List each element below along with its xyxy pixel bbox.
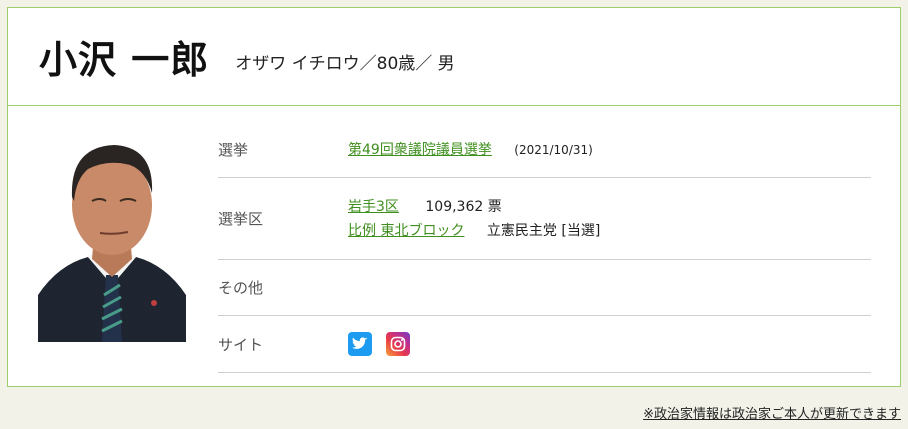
update-footnote[interactable]: ※政治家情報は政治家ご本人が更新できます: [643, 403, 901, 422]
row-label: その他: [218, 279, 264, 297]
row-district: 選挙区 岩手3区 109,362 票 比例 東北ブロック 立憲民主党 [当選]: [218, 178, 871, 260]
row-site: サイト: [218, 316, 871, 373]
instagram-icon[interactable]: [386, 332, 410, 356]
card-header: 小沢 一郎 オザワ イチロウ／80歳／ 男: [8, 8, 900, 106]
portrait-image: [38, 135, 186, 342]
twitter-bird-icon: [352, 337, 368, 349]
district-line: 岩手3区 109,362 票: [348, 195, 600, 219]
twitter-icon[interactable]: [348, 332, 372, 356]
row-value: 岩手3区 109,362 票 比例 東北ブロック 立憲民主党 [当選]: [348, 195, 600, 243]
profile-table: 選挙 第49回衆議院議員選挙 (2021/10/31) 選挙区 岩手3区 109…: [218, 121, 871, 373]
pr-block-link[interactable]: 比例 東北ブロック: [348, 223, 464, 239]
politician-card: 小沢 一郎 オザワ イチロウ／80歳／ 男 選挙 第49回衆議院議員選挙 (20…: [7, 7, 901, 387]
sns-links: [348, 332, 410, 356]
politician-photo: [38, 135, 186, 342]
row-other: その他: [218, 260, 871, 316]
election-date: (2021/10/31): [514, 143, 593, 157]
party-result: 立憲民主党 [当選]: [486, 222, 601, 239]
pr-line: 比例 東北ブロック 立憲民主党 [当選]: [348, 219, 600, 243]
row-value: 第49回衆議院議員選挙 (2021/10/31): [348, 139, 593, 159]
instagram-camera-icon: [390, 336, 406, 352]
district-votes: 109,362 票: [425, 198, 502, 215]
row-election: 選挙 第49回衆議院議員選挙 (2021/10/31): [218, 121, 871, 178]
row-label: 選挙区: [218, 210, 264, 228]
row-label: サイト: [218, 335, 264, 354]
district-link[interactable]: 岩手3区: [348, 199, 399, 215]
row-label: 選挙: [218, 140, 249, 159]
politician-kana-age-gender: オザワ イチロウ／80歳／ 男: [235, 54, 455, 74]
election-link[interactable]: 第49回衆議院議員選挙: [348, 142, 492, 158]
politician-name: 小沢 一郎: [39, 38, 210, 82]
